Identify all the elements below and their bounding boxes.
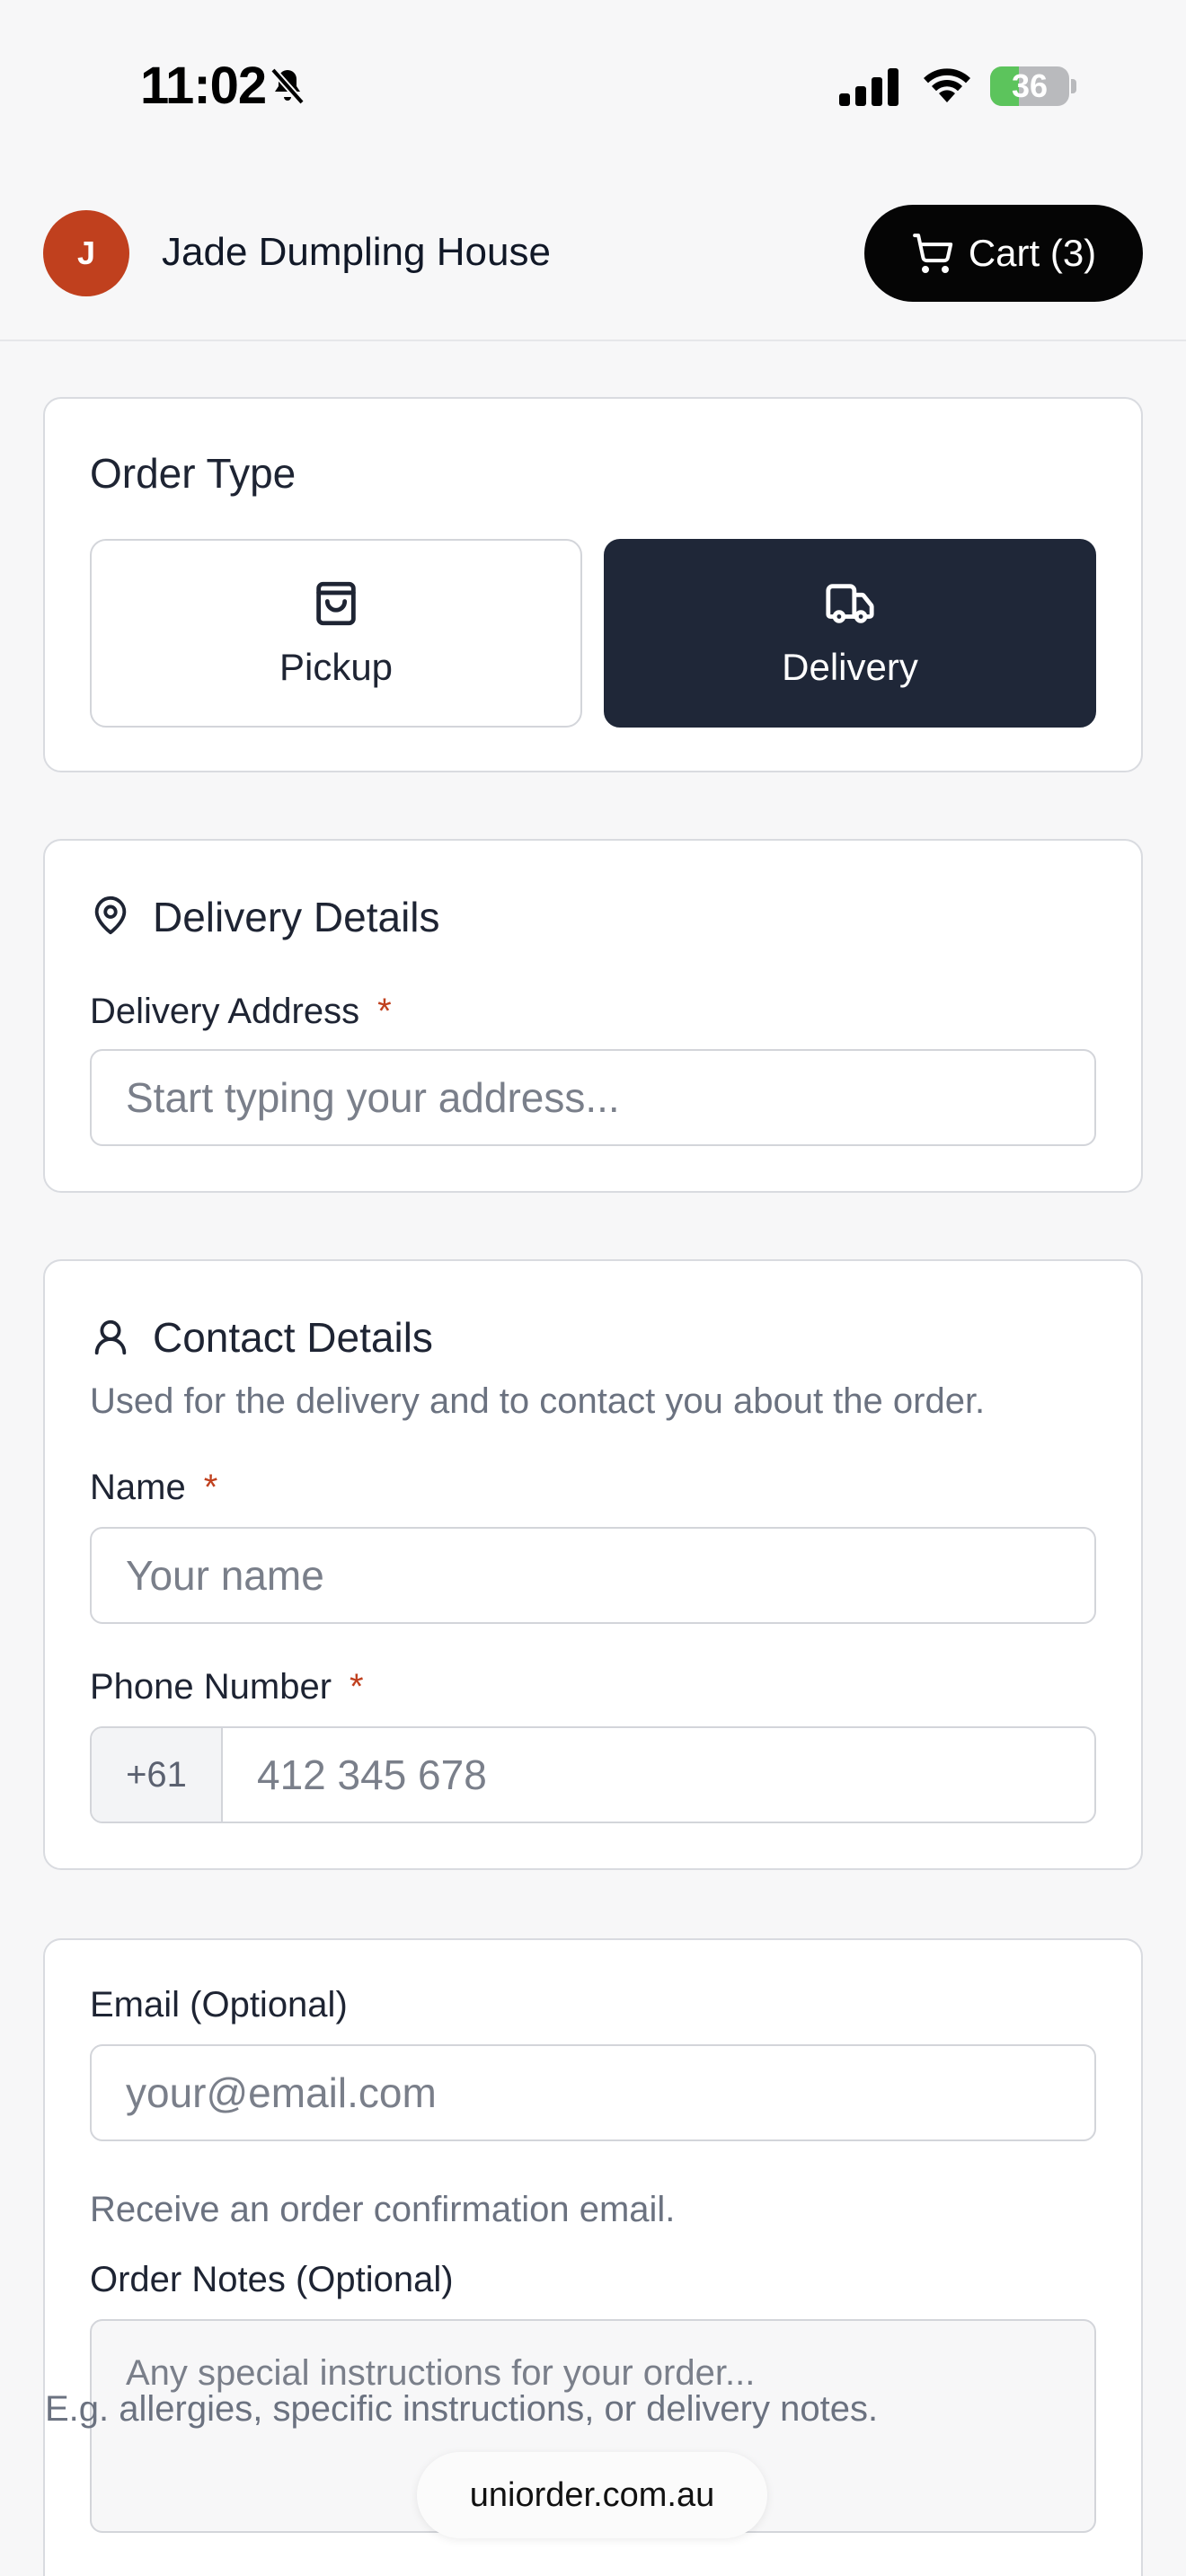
map-pin-icon [94, 896, 127, 935]
delivery-address-label: Delivery Address * [90, 992, 392, 1032]
contact-details-title: Contact Details [153, 1314, 433, 1361]
phone-country-prefix: +61 [92, 1728, 223, 1822]
contact-details-card: Contact Details Used for the delivery an… [43, 1259, 1143, 1870]
notes-label: Order Notes (Optional) [90, 2260, 454, 2299]
order-type-card: Order Type Pickup Delivery [43, 397, 1143, 772]
contact-description: Used for the delivery and to contact you… [90, 1381, 986, 1421]
delivery-address-input[interactable] [90, 1049, 1096, 1146]
wifi-icon [924, 68, 970, 102]
pickup-option[interactable]: Pickup [90, 539, 582, 728]
name-input[interactable] [90, 1527, 1096, 1624]
notes-helper: E.g. allergies, specific instructions, o… [45, 2389, 879, 2429]
user-icon [94, 1319, 127, 1355]
name-label: Name * [90, 1468, 217, 1508]
required-mark: * [203, 1468, 218, 1507]
required-mark: * [377, 992, 392, 1031]
truck-icon [826, 584, 874, 623]
pickup-label: Pickup [279, 646, 394, 688]
avatar: J [43, 210, 129, 296]
battery-charging-icon: 36 [990, 66, 1069, 106]
delivery-address-label-text: Delivery Address [90, 992, 360, 1031]
battery-level-text: 36 [1011, 67, 1049, 104]
battery-cap [1071, 79, 1076, 93]
delivery-details-title: Delivery Details [153, 894, 440, 940]
restaurant-name: Jade Dumpling House [162, 230, 551, 274]
cart-icon [912, 234, 952, 273]
name-label-text: Name [90, 1468, 186, 1507]
signal-icon [839, 68, 898, 106]
delivery-option[interactable]: Delivery [604, 539, 1096, 728]
email-helper: Receive an order confirmation email. [90, 2190, 676, 2229]
status-time: 11:02 [140, 57, 267, 115]
bell-slash-icon [270, 67, 305, 105]
phone-label: Phone Number * [90, 1667, 364, 1707]
phone-label-text: Phone Number [90, 1667, 332, 1707]
url-bar[interactable]: uniorder.com.au [417, 2452, 767, 2538]
phone-field: +61 [90, 1726, 1096, 1823]
app-header: J Jade Dumpling House Cart (3) [0, 171, 1186, 341]
required-mark: * [350, 1667, 364, 1707]
delivery-label: Delivery [782, 646, 918, 688]
cart-label: Cart (3) [968, 232, 1097, 274]
order-type-title: Order Type [90, 450, 296, 497]
email-label: Email (Optional) [90, 1985, 348, 2025]
phone-input[interactable] [223, 1728, 1094, 1822]
status-bar: 11:02 36 [0, 0, 1186, 171]
email-input[interactable] [90, 2044, 1096, 2141]
cart-button[interactable]: Cart (3) [864, 205, 1143, 302]
shopping-bag-icon [316, 581, 356, 626]
delivery-details-card: Delivery Details Delivery Address * [43, 839, 1143, 1193]
